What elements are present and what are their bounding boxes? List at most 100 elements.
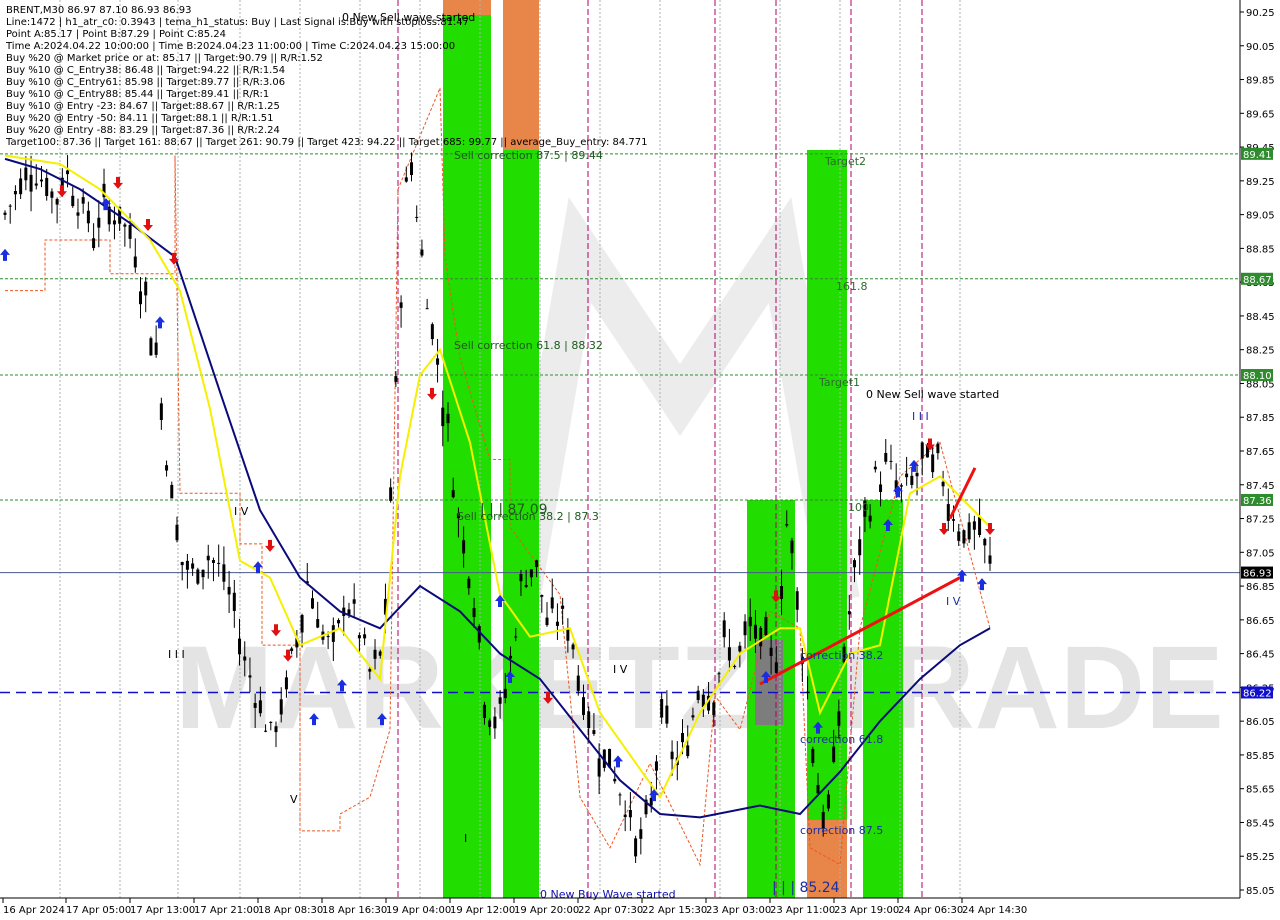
candle-body	[832, 746, 836, 763]
candle-body	[696, 690, 700, 700]
candle-body	[988, 555, 992, 564]
candle-body	[759, 627, 763, 647]
price-tick-label: 87.25	[1246, 515, 1275, 526]
right-wave-label: 0 New Sell wave started	[866, 388, 999, 401]
candle-body	[55, 199, 59, 205]
time-tick-label: 19 Apr 04:00	[386, 905, 451, 916]
time-tick-label: 19 Apr 12:00	[450, 905, 515, 916]
candle-body	[509, 655, 513, 659]
candle-body	[139, 291, 143, 305]
candle-body	[581, 697, 585, 715]
price-tick-label: 87.45	[1246, 481, 1275, 492]
candle-body	[983, 538, 987, 546]
candle-body	[123, 224, 127, 227]
candle-body	[326, 636, 330, 638]
candle-body	[868, 515, 872, 522]
time-tick-label: 16 Apr 2024	[3, 905, 65, 916]
candle-body	[227, 586, 231, 595]
target1-label: Target1	[818, 376, 860, 389]
candle-body	[34, 183, 38, 186]
candle-body	[561, 605, 565, 609]
candle-body	[941, 481, 945, 487]
candle-body	[206, 555, 210, 561]
info-line: Buy %20 @ Entry -88: 83.29 || Target:87.…	[6, 125, 280, 136]
candle-body	[733, 665, 737, 667]
time-ticks: 16 Apr 2024 17 Apr 05:0017 Apr 13:0017 Ap…	[2, 898, 1027, 916]
candle-body	[253, 703, 257, 708]
candle-body	[399, 302, 403, 308]
candle-body	[670, 751, 674, 760]
candle-body	[154, 342, 158, 355]
candle-body	[858, 539, 862, 556]
candle-body	[378, 651, 382, 656]
time-tick-label: 23 Apr 03:00	[706, 905, 771, 916]
wave-iii-label: I I I	[168, 648, 185, 661]
candle-body	[972, 521, 976, 530]
chart-canvas[interactable]: MARKETZI TRADE 0 New Sell wave started 0…	[0, 0, 1280, 920]
price-tick-label: 89.65	[1246, 109, 1275, 120]
candle-body	[811, 749, 815, 764]
price-tick-label: 85.25	[1246, 852, 1275, 863]
candle-body	[363, 634, 367, 639]
level-87-09-label: | | | 87.09	[480, 502, 548, 518]
candle-body	[665, 705, 669, 724]
candle-body	[3, 212, 7, 215]
correction-87-5-label: correction 87.5	[800, 824, 883, 837]
price-tick-label: 85.05	[1246, 886, 1275, 897]
price-axis: 90.2590.0589.8589.6589.4589.2589.0588.85…	[1239, 0, 1280, 898]
sell-correction-87-5: Sell correction 87.5 | 89.44	[454, 149, 603, 162]
info-line: Buy %20 @ Entry -50: 84.11 || Target:88.…	[6, 113, 274, 124]
candle-body	[238, 638, 242, 655]
price-tick-label: 86.05	[1246, 717, 1275, 728]
price-tick-label: 85.85	[1246, 751, 1275, 762]
candle-body	[753, 624, 757, 639]
candle-body	[81, 197, 85, 204]
candle-body	[618, 794, 622, 796]
candle-body	[623, 814, 627, 818]
candle-body	[681, 733, 685, 743]
correction-61-8-label: correction 61.8	[800, 733, 883, 746]
time-tick-label: 18 Apr 16:30	[322, 905, 387, 916]
candle-body	[410, 162, 414, 176]
candle-body	[852, 560, 856, 568]
candle-body	[967, 522, 971, 540]
price-tick-label: 90.25	[1246, 8, 1275, 19]
candle-body	[149, 338, 153, 356]
candle-body	[748, 616, 752, 627]
candle-body	[50, 191, 54, 198]
candle-body	[550, 597, 554, 609]
candle-body	[436, 358, 440, 365]
candle-body	[185, 560, 189, 570]
candle-body	[962, 530, 966, 544]
wave-iv-2-label: I V	[613, 663, 628, 676]
candle-body	[847, 611, 851, 615]
candle-body	[19, 178, 23, 195]
candle-body	[284, 677, 288, 690]
candle-body	[258, 700, 262, 714]
time-tick-label: 17 Apr 05:00	[66, 905, 131, 916]
candle-body	[524, 585, 528, 587]
candle-body	[691, 715, 695, 718]
price-tick-label: 89.85	[1246, 76, 1275, 87]
price-tick-label: 89.25	[1246, 177, 1275, 188]
price-tick-label: 90.05	[1246, 42, 1275, 53]
price-tick-label: 88.85	[1246, 244, 1275, 255]
candle-body	[248, 675, 252, 678]
candle-body	[535, 560, 539, 568]
candle-body	[420, 249, 424, 256]
candle-body	[952, 519, 956, 521]
time-tick-label: 24 Apr 14:30	[962, 905, 1027, 916]
candle-body	[884, 452, 888, 462]
fib-161-label: 161.8	[836, 280, 868, 293]
info-line: Time A:2024.04.22 10:00:00 | Time B:2024…	[5, 41, 455, 52]
time-tick-label: 23 Apr 11:00	[770, 905, 835, 916]
time-tick-label: 18 Apr 08:30	[258, 905, 323, 916]
candle-body	[191, 563, 195, 569]
candle-body	[769, 647, 773, 656]
time-tick-label: 22 Apr 07:30	[578, 905, 643, 916]
candle-body	[112, 220, 116, 225]
candle-body	[795, 591, 799, 610]
candle-body	[978, 517, 982, 536]
candle-body	[915, 472, 919, 477]
candle-body	[300, 614, 304, 633]
